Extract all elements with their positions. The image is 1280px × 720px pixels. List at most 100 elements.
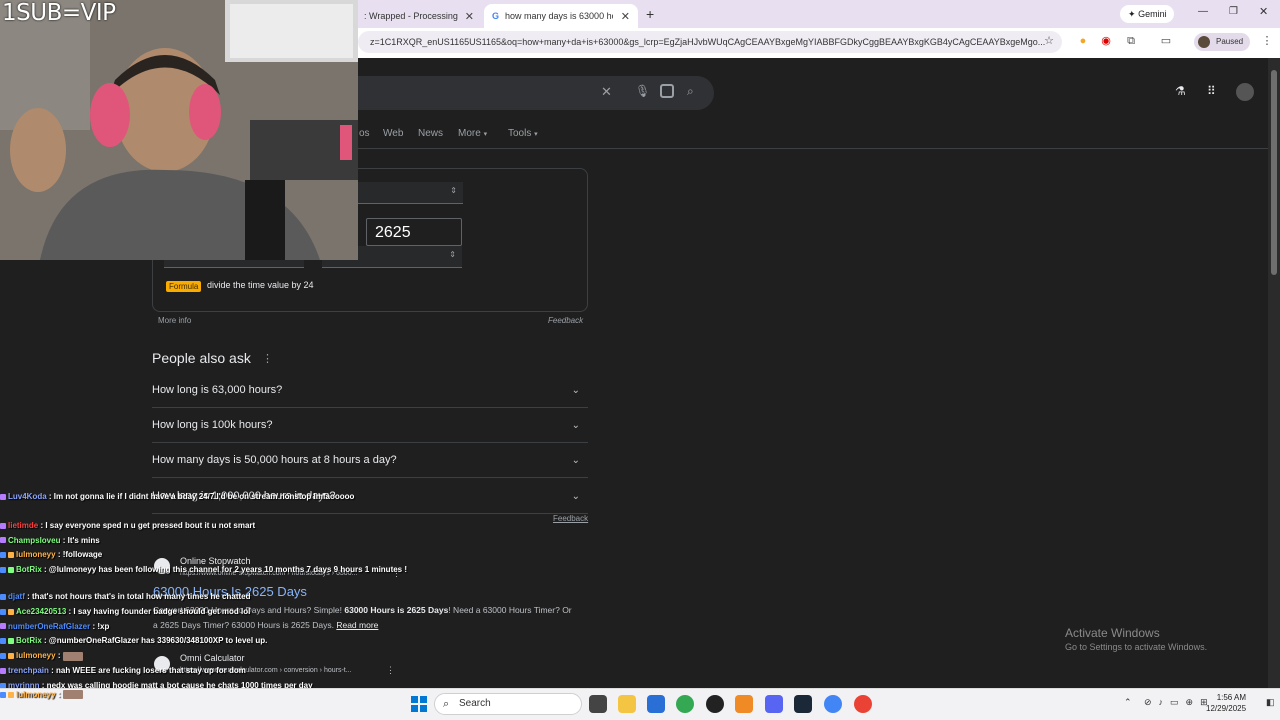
search-icon: ⌕ <box>443 698 450 710</box>
more-options-icon[interactable]: ⋮ <box>386 665 395 676</box>
feedback-link[interactable]: Feedback <box>553 514 588 523</box>
clear-icon[interactable]: ✕ <box>601 84 612 100</box>
lens-icon[interactable] <box>660 84 674 98</box>
chat-text: : @lulmoneyy has been following this cha… <box>44 565 408 575</box>
chrome-icon[interactable] <box>854 695 872 713</box>
windows-taskbar <box>0 688 1280 720</box>
tab-search-icon[interactable]: ▭ <box>1159 34 1173 48</box>
tab-more[interactable]: More ▾ <box>458 128 487 139</box>
paa-question[interactable]: How many days is 50,000 hours at 8 hours… <box>152 443 588 478</box>
steam-icon[interactable] <box>794 695 812 713</box>
tab-news[interactable]: News <box>418 128 443 139</box>
voice-search-icon[interactable]: 🎙 <box>635 84 650 98</box>
chat-username: trenchpain <box>8 665 49 675</box>
taskbar-search[interactable]: ⌕ Search <box>434 693 582 715</box>
sub-badge-icon <box>8 691 14 698</box>
bookmark-star-icon[interactable]: ☆ <box>1042 34 1056 48</box>
paa-question-text: How long is 100k hours? <box>152 419 273 431</box>
taskbar-clock[interactable]: 1:56 AM 12/29/2025 <box>1206 692 1246 714</box>
obs-icon[interactable] <box>706 695 724 713</box>
feedback-link[interactable]: Feedback <box>548 316 583 325</box>
search-icon[interactable]: ⌕ <box>687 84 694 99</box>
chat-message: djatf : that's not hours that's in total… <box>0 590 380 605</box>
paa-question[interactable]: How long is 63,000 hours? ⌄ <box>152 373 588 408</box>
close-window-button[interactable]: ✕ <box>1259 5 1268 18</box>
paa-question-text: How long is 63,000 hours? <box>152 384 283 396</box>
chat-username: lulmoneyy <box>16 651 56 661</box>
gemini-label: Gemini <box>1138 9 1167 19</box>
chat-text: : !xp <box>92 621 110 631</box>
google-icon: G <box>492 11 500 21</box>
windows-start-icon[interactable] <box>411 696 427 712</box>
close-icon[interactable]: ✕ <box>465 10 474 23</box>
mod-badge-icon <box>0 608 6 615</box>
more-options-icon[interactable]: ⋮ <box>262 352 273 365</box>
tab-tools[interactable]: Tools ▾ <box>508 128 538 139</box>
watermark-line1: Activate Windows <box>1065 626 1160 640</box>
scrollbar-thumb[interactable] <box>1271 70 1277 275</box>
chat-message: lulmoneyy : <box>0 690 85 700</box>
result-value-field[interactable]: 2625 <box>366 218 462 246</box>
clock-date: 12/29/2025 <box>1206 704 1247 713</box>
select-arrows-icon: ⇕ <box>449 250 456 259</box>
file-explorer-icon[interactable] <box>618 695 636 713</box>
tab-label: Tools <box>508 128 532 139</box>
chat-message: trenchpain : nah WEEE are fucking losers… <box>0 664 380 679</box>
clock-time: 1:56 AM <box>1216 693 1247 702</box>
verified-badge-icon <box>8 567 14 574</box>
chat-text: : It's mins <box>62 535 100 545</box>
app-icon[interactable] <box>735 695 753 713</box>
tab-label: : Wrapped - Processing <box>364 11 458 21</box>
chrome-icon[interactable] <box>676 695 694 713</box>
bot-badge-icon <box>0 638 6 645</box>
founder-badge-icon <box>8 608 14 615</box>
discord-icon[interactable] <box>765 695 783 713</box>
task-view-icon[interactable] <box>589 695 607 713</box>
chat-message: Champsloveu : It's mins <box>0 534 380 549</box>
puzzle-icon[interactable]: ⧉ <box>1124 34 1138 48</box>
chrome-icon[interactable] <box>824 695 842 713</box>
unit-category-select[interactable]: ⇕ <box>358 182 463 204</box>
account-avatar[interactable] <box>1236 83 1254 101</box>
extension-icon[interactable]: ● <box>1076 34 1090 48</box>
opera-icon[interactable]: ◉ <box>1099 34 1113 48</box>
more-info-link[interactable]: More info <box>158 316 191 325</box>
formula-badge: Formula <box>166 281 202 292</box>
gemini-button[interactable]: ✦ Gemini <box>1120 5 1174 23</box>
new-tab-button[interactable]: + <box>646 6 654 22</box>
chat-text: : @numberOneRafGlazer has 339630/348100X… <box>44 636 268 646</box>
restore-button[interactable]: ❐ <box>1229 6 1238 17</box>
tab-partial[interactable]: os <box>359 128 370 139</box>
close-icon[interactable]: ✕ <box>621 10 630 23</box>
sub-badge-icon <box>0 537 6 544</box>
people-also-ask-title: People also ask <box>152 350 251 366</box>
sub-badge-icon <box>8 653 14 660</box>
menu-dots-icon[interactable]: ⋮ <box>1260 34 1274 48</box>
profile-button[interactable]: Paused <box>1194 33 1250 51</box>
paa-question[interactable]: How long is 100k hours? ⌄ <box>152 408 588 443</box>
store-icon[interactable] <box>647 695 665 713</box>
select-arrows-icon: ⇕ <box>450 186 457 195</box>
chat-text: : I say everyone sped n u get pressed bo… <box>40 520 256 530</box>
chat-username: numberOneRafGlazer <box>8 621 91 631</box>
minimize-button[interactable]: — <box>1198 6 1208 17</box>
chat-text: : !followage <box>57 550 103 560</box>
tab-wrapped[interactable]: : Wrapped - Processing ✕ <box>356 4 482 28</box>
address-bar[interactable]: z=1C1RXQR_enUS1165US1165&oq=how+many+da+… <box>358 31 1062 53</box>
webcam-feed-image <box>0 0 358 260</box>
notification-icon[interactable]: ◧ <box>1266 697 1275 708</box>
sub-badge-icon <box>0 623 6 630</box>
taskbar-search-placeholder: Search <box>459 698 491 709</box>
tab-search[interactable]: G how many days is 63000 hours ✕ <box>484 4 638 28</box>
chat-message: Ace23420513 : I say having founder badge… <box>0 605 380 620</box>
paa-question-text: How many days is 50,000 hours at 8 hours… <box>152 454 397 466</box>
apps-grid-icon[interactable]: ⠿ <box>1207 84 1216 98</box>
tab-web[interactable]: Web <box>383 128 403 139</box>
chat-username: Ace23420513 <box>16 606 67 616</box>
emote-icon <box>62 651 83 661</box>
tray-icons[interactable]: ⊘♪▭⊕⊞ <box>1144 697 1215 708</box>
chat-text: : <box>57 690 61 699</box>
tray-overflow-icon[interactable]: ⌃ <box>1124 697 1132 708</box>
labs-icon[interactable]: ⚗ <box>1175 84 1186 98</box>
activate-windows-watermark: Activate Windows Go to Settings to activ… <box>1065 626 1207 652</box>
